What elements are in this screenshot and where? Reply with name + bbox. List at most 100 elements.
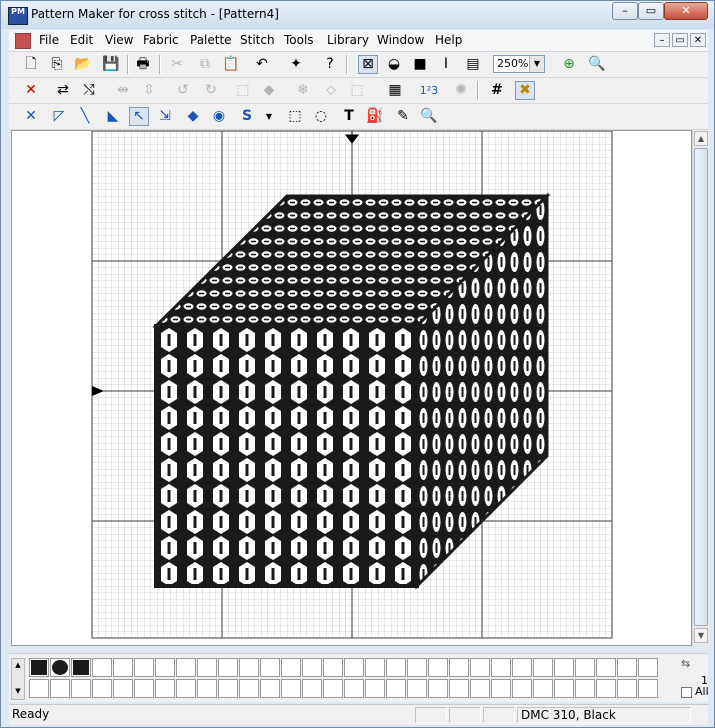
full-cross-icon[interactable]: ✕ xyxy=(21,107,41,126)
rect-select-icon[interactable]: ⬚ xyxy=(285,107,305,126)
palette-scroll[interactable]: ▲ ▼ xyxy=(11,658,25,700)
palette-cell[interactable] xyxy=(428,658,448,677)
palette-cell[interactable] xyxy=(71,679,91,698)
palette-cell[interactable] xyxy=(617,679,637,698)
palette-cell[interactable] xyxy=(176,679,196,698)
zoom-icon[interactable]: 🔍 xyxy=(587,55,607,74)
mdi-restore-button[interactable]: ▭ xyxy=(672,33,688,47)
delete-icon[interactable]: ✕ xyxy=(21,81,41,100)
long-stitch-icon[interactable]: ⇲ xyxy=(155,107,175,126)
crop-icon[interactable]: ⬚ xyxy=(347,81,367,100)
undo-icon[interactable]: ↶ xyxy=(252,55,272,74)
palette-cell[interactable] xyxy=(50,679,70,698)
palette-cell[interactable] xyxy=(197,658,217,677)
palette-cell[interactable] xyxy=(302,679,322,698)
palette-cell[interactable] xyxy=(113,679,133,698)
title-bar[interactable]: PM Pattern Maker for cross stitch - [Pat… xyxy=(1,1,714,29)
palette-cell[interactable] xyxy=(239,658,259,677)
maximize-button[interactable]: ▭ xyxy=(638,2,664,20)
palette-cell[interactable] xyxy=(302,658,322,677)
mirror-icon[interactable]: ⬦ xyxy=(321,81,341,100)
text-cursor-icon[interactable]: I xyxy=(436,55,456,74)
palette-cell[interactable] xyxy=(512,679,532,698)
new-from-icon[interactable]: ⎘ xyxy=(47,55,67,74)
palette-cell[interactable] xyxy=(575,658,595,677)
page-icon[interactable]: ▤ xyxy=(463,55,483,74)
palette-cell[interactable] xyxy=(176,658,196,677)
menu-tools[interactable]: Tools xyxy=(284,33,314,47)
pattern-svg[interactable] xyxy=(12,130,691,645)
menu-file[interactable]: File xyxy=(39,33,59,47)
half-stitch-icon[interactable]: ╲ xyxy=(75,107,95,126)
palette-cell[interactable] xyxy=(449,679,469,698)
fit-icon[interactable]: ⊕ xyxy=(559,55,579,74)
menu-palette[interactable]: Palette xyxy=(190,33,232,47)
palette-cell[interactable] xyxy=(533,679,553,698)
bead-icon[interactable]: ◉ xyxy=(209,107,229,126)
palette-cell[interactable] xyxy=(638,679,658,698)
palette-cell[interactable] xyxy=(554,658,574,677)
magic-icon[interactable]: ✦ xyxy=(286,55,306,74)
app-icon[interactable]: PM xyxy=(8,7,28,25)
palette-cell[interactable] xyxy=(218,679,238,698)
palette-cell[interactable] xyxy=(281,658,301,677)
half-cross-icon[interactable]: ◸ xyxy=(49,107,69,126)
magnifier-icon[interactable]: 🔍 xyxy=(419,107,439,126)
palette-cell[interactable] xyxy=(197,679,217,698)
palette-cell[interactable] xyxy=(323,679,343,698)
color-view-icon[interactable]: ■ xyxy=(410,55,430,74)
quarter-stitch-icon[interactable]: ◣ xyxy=(103,107,123,126)
palette-cell[interactable] xyxy=(617,658,637,677)
zoom-select[interactable]: 250% ▼ xyxy=(493,55,545,73)
palette-cell[interactable] xyxy=(554,679,574,698)
menu-window[interactable]: Window xyxy=(377,33,424,47)
palette-cell[interactable] xyxy=(449,658,469,677)
symbol-view-icon[interactable]: ◒ xyxy=(384,55,404,74)
pattern-canvas[interactable] xyxy=(11,130,692,646)
scroll-down-icon[interactable]: ▼ xyxy=(12,687,24,695)
menu-help[interactable]: Help xyxy=(435,33,462,47)
palette-cell[interactable] xyxy=(512,658,532,677)
help-icon[interactable]: ? xyxy=(320,55,340,74)
lasso-icon[interactable]: ◌ xyxy=(311,107,331,126)
swap-icon[interactable]: ⤭ xyxy=(79,81,99,100)
text-tool-icon[interactable]: T xyxy=(339,107,359,126)
paste-icon[interactable]: 📋 xyxy=(221,55,241,74)
palette-arrows-icon[interactable]: ⇆ xyxy=(681,657,690,670)
flip-horizontal-icon[interactable]: ⇹ xyxy=(113,81,133,100)
copy-icon[interactable]: ⧉ xyxy=(195,55,215,74)
minimize-button[interactable]: – xyxy=(612,2,638,20)
palette-cell[interactable] xyxy=(50,658,70,677)
palette-cell[interactable] xyxy=(470,658,490,677)
rotate-right-icon[interactable]: ↻ xyxy=(201,81,221,100)
palette-cell[interactable] xyxy=(365,679,385,698)
mdi-minimize-button[interactable]: – xyxy=(654,33,670,47)
palette-cell[interactable] xyxy=(470,679,490,698)
rotate-left-icon[interactable]: ↺ xyxy=(173,81,193,100)
palette-cell[interactable] xyxy=(260,679,280,698)
palette-cell[interactable] xyxy=(575,679,595,698)
palette-cell[interactable] xyxy=(365,658,385,677)
scroll-up-icon[interactable]: ▲ xyxy=(12,661,24,669)
palette-cell[interactable] xyxy=(155,658,175,677)
palette-cell[interactable] xyxy=(281,679,301,698)
flip-vertical-icon[interactable]: ⇳ xyxy=(139,81,159,100)
cut-icon[interactable]: ✂ xyxy=(167,55,187,74)
palette-cell[interactable] xyxy=(113,658,133,677)
save-icon[interactable]: 💾 xyxy=(101,55,121,74)
palette-cell[interactable] xyxy=(260,658,280,677)
palette-cell[interactable] xyxy=(344,658,364,677)
menu-fabric[interactable]: Fabric xyxy=(143,33,179,47)
palette-cell[interactable] xyxy=(239,679,259,698)
palette-cell[interactable] xyxy=(428,679,448,698)
palette-cell[interactable] xyxy=(344,679,364,698)
snowflake-icon[interactable]: ❄ xyxy=(293,81,313,100)
menu-library[interactable]: Library xyxy=(327,33,369,47)
chevron-down-icon[interactable]: ▼ xyxy=(259,107,279,126)
full-stitch-view-icon[interactable]: ⊠ xyxy=(358,55,378,74)
paint-bucket-icon[interactable]: ⛽ xyxy=(365,107,385,126)
palette-cell[interactable] xyxy=(134,679,154,698)
palette-cell[interactable] xyxy=(29,679,49,698)
document-icon[interactable] xyxy=(15,33,31,49)
palette-cell[interactable] xyxy=(638,658,658,677)
